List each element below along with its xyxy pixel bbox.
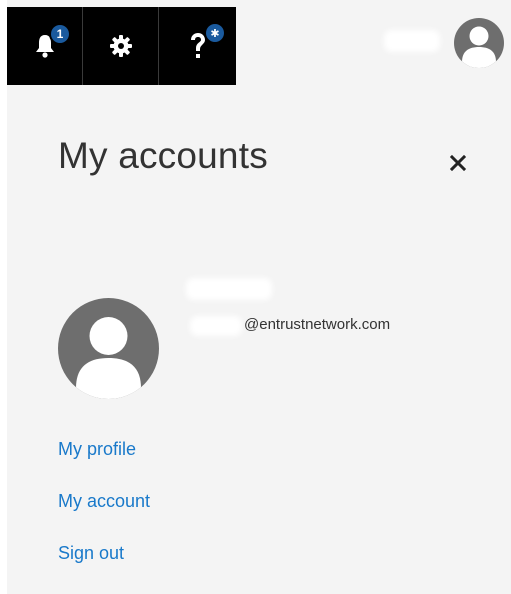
help-button[interactable]: ✱ [159, 7, 236, 85]
header-user-name-redacted [384, 30, 440, 52]
user-avatar-icon [76, 317, 141, 399]
gear-icon [109, 35, 132, 57]
account-avatar [58, 298, 159, 399]
account-display-name-redacted [186, 278, 272, 300]
user-avatar-icon [462, 26, 496, 68]
notifications-button[interactable]: 1 [7, 7, 83, 85]
account-email-domain: @entrustnetwork.com [244, 316, 391, 333]
notification-count-badge: 1 [51, 25, 69, 43]
close-button[interactable] [445, 150, 471, 176]
close-icon [450, 155, 466, 171]
header-icon-bar: 1 ✱ [7, 7, 236, 85]
question-icon [190, 33, 205, 58]
help-new-badge: ✱ [206, 24, 224, 42]
sign-out-link[interactable]: Sign out [58, 543, 124, 564]
my-account-link[interactable]: My account [58, 491, 150, 512]
my-profile-link[interactable]: My profile [58, 439, 136, 460]
panel-title: My accounts [58, 135, 268, 176]
account-flyout-page: 1 ✱ My accounts @entrustnetwork.com My p… [0, 0, 511, 594]
settings-button[interactable] [83, 7, 159, 85]
account-email-user-redacted [190, 316, 242, 336]
header-user-avatar-button[interactable] [454, 18, 504, 68]
